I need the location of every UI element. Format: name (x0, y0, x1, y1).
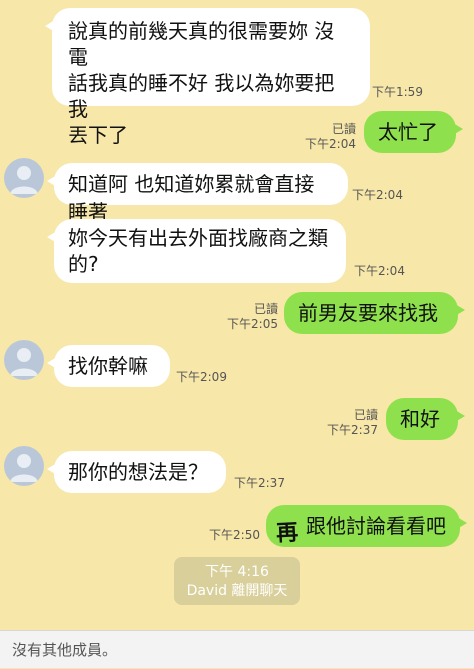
avatar[interactable] (4, 158, 44, 198)
read-receipt: 已讀 (331, 122, 356, 136)
system-text: David 離開聊天 (186, 583, 288, 599)
message-bubble[interactable]: 說真的前幾天真的很需要妳 沒電 話我真的睡不好 我以為妳要把我 丟下了 (45, 8, 370, 147)
system-notice: 下午 4:16 David 離開聊天 (174, 557, 300, 605)
handwritten-character: 再 (275, 520, 299, 547)
message-bubble[interactable]: 和好 (386, 398, 465, 440)
message-bubble[interactable]: 知道阿 也知道妳累就會直接睡著 (47, 163, 348, 224)
chat-area: 說真的前幾天真的很需要妳 沒電 話我真的睡不好 我以為妳要把我 丟下了 下午1:… (0, 0, 474, 630)
message-bubble[interactable]: 妳今天有出去外面找廠商之類 的? (47, 219, 346, 283)
message-time: 下午2:05 (227, 317, 278, 331)
read-receipt: 已讀 (253, 302, 278, 316)
message-time: 下午2:37 (234, 476, 285, 490)
message-bubble[interactable]: 前男友要來找我 (284, 292, 465, 334)
message-bubble[interactable]: 那你的想法是？ (47, 451, 226, 493)
person-icon (10, 166, 38, 194)
message-time: 下午2:04 (305, 137, 356, 151)
message-bubble[interactable]: 找你幹嘛 (47, 345, 170, 387)
message-time: 下午2:09 (176, 370, 227, 384)
person-icon (10, 348, 38, 376)
message-bubble[interactable]: 太忙了 (364, 111, 463, 153)
person-icon (10, 454, 38, 482)
avatar[interactable] (4, 340, 44, 380)
message-time: 下午2:50 (209, 528, 260, 542)
message-time: 下午1:59 (372, 85, 423, 99)
footer-text: 沒有其他成員。 (12, 641, 118, 659)
message-time: 下午2:04 (354, 264, 405, 278)
members-footer: 沒有其他成員。 (0, 630, 474, 668)
system-time: 下午 4:16 (205, 564, 269, 580)
message-time: 下午2:04 (352, 188, 403, 202)
read-receipt: 已讀 (353, 408, 378, 422)
avatar[interactable] (4, 446, 44, 486)
message-time: 下午2:37 (327, 423, 378, 437)
